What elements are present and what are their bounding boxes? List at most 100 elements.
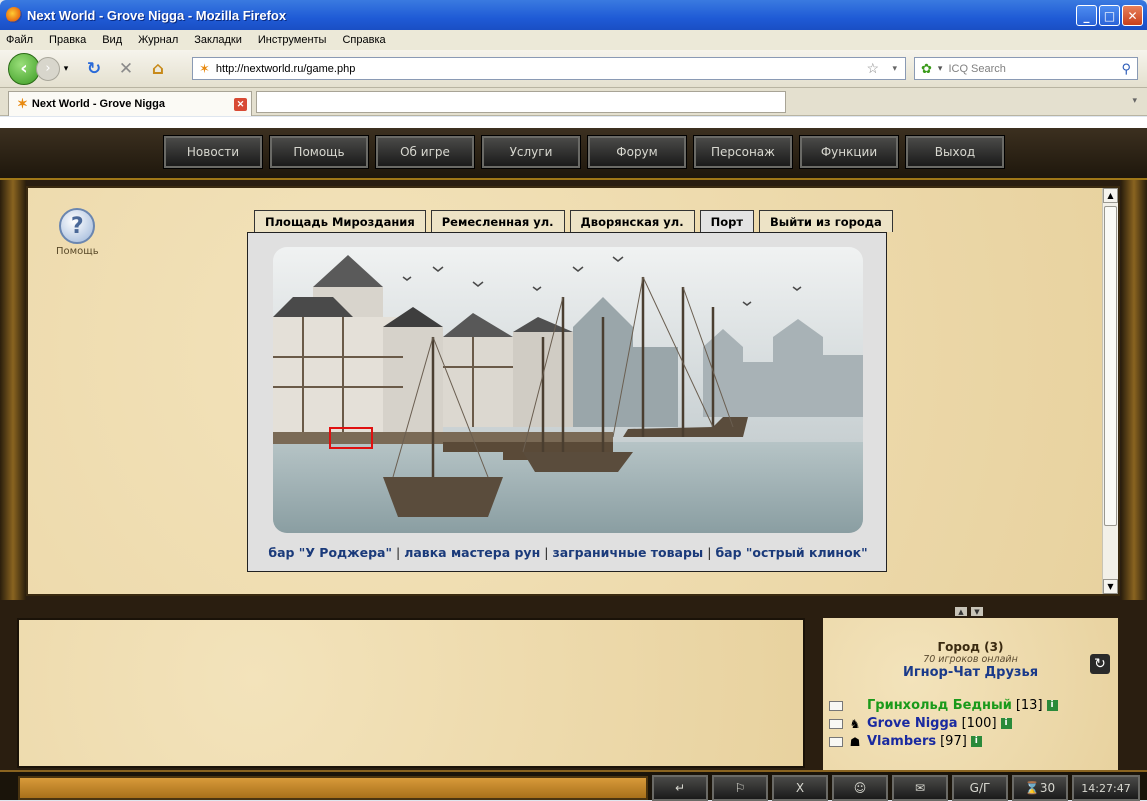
menu-history[interactable]: Журнал [138, 34, 178, 46]
search-field[interactable]: ✿ ▾ ICQ Search ⚲ [914, 57, 1138, 80]
flag-button[interactable]: ⚐ [712, 775, 768, 801]
link-rune-shop[interactable]: лавка мастера рун [404, 545, 540, 560]
scroll-thumb[interactable] [1104, 206, 1117, 526]
url-dropdown-icon[interactable]: ▾ [892, 63, 897, 74]
stop-button[interactable]: ✕ [114, 57, 138, 81]
tab-list-icon[interactable]: ▾ [1132, 96, 1137, 106]
window-title: Next World - Grove Nigga - Mozilla Firef… [27, 7, 287, 23]
link-foreign-goods[interactable]: заграничные товары [552, 545, 703, 560]
home-button[interactable]: ⌂ [146, 57, 170, 81]
close-button[interactable]: ✕ [1122, 5, 1143, 26]
menu-help[interactable]: Справка [342, 34, 385, 46]
user-name[interactable]: Vlambers [867, 734, 936, 749]
site-favicon-icon: ✶ [199, 60, 210, 76]
forward-button[interactable]: › [36, 56, 60, 81]
user-name[interactable]: Grove Nigga [867, 716, 958, 731]
menu-file[interactable]: Файл [6, 34, 33, 46]
info-icon[interactable]: i [1000, 718, 1012, 729]
menu-edit[interactable]: Правка [49, 34, 86, 46]
tab-leave-city[interactable]: Выйти из города [759, 210, 893, 232]
bottom-panel: ▲ ▼ Город (3) 70 игроков онлайн Игнор-Ча… [0, 600, 1147, 801]
nav-forum-button[interactable]: Форум [587, 135, 687, 169]
tab-bar: ✶ Next World - Grove Nigga ✕ ▾ [0, 88, 1147, 116]
user-row[interactable]: Гринхольд Бедный [13] i [829, 698, 1058, 713]
page-gap [0, 117, 1147, 128]
chat-input[interactable] [18, 776, 648, 800]
new-tab-area[interactable] [256, 91, 786, 113]
nav-news-button[interactable]: Новости [163, 135, 263, 169]
tab-favicon-icon: ✶ [17, 96, 28, 111]
help-widget[interactable]: ? Помощь [56, 208, 99, 257]
address-bar[interactable]: ✶ http://nextworld.ru/game.php ☆ ▾ [192, 57, 906, 80]
nav-services-button[interactable]: Услуги [481, 135, 581, 169]
help-question-icon[interactable]: ? [59, 208, 96, 244]
search-placeholder: ICQ Search [948, 62, 1006, 75]
menu-bar: Файл Правка Вид Журнал Закладки Инструме… [0, 30, 1147, 50]
clan-avatar-icon: ♞ [849, 716, 861, 731]
nav-help-button[interactable]: Помощь [269, 135, 369, 169]
send-button[interactable]: ↵ [652, 775, 708, 801]
scroll-down-icon[interactable]: ▼ [1103, 579, 1118, 594]
user-level: [13] [1015, 698, 1043, 713]
menu-view[interactable]: Вид [102, 34, 122, 46]
scroll-up-icon[interactable]: ▲ [1103, 188, 1118, 203]
tab-title: Next World - Grove Nigga [31, 98, 165, 110]
info-icon[interactable]: i [970, 736, 982, 747]
mail-button[interactable]: ✉ [892, 775, 948, 801]
location-panel: бар "У Роджера" | лавка мастера рун | загран… [247, 232, 887, 572]
search-engine-dropdown-icon[interactable]: ▾ [938, 63, 943, 74]
icq-flower-icon: ✿ [921, 60, 932, 76]
envelope-icon[interactable] [829, 736, 843, 747]
browser-tab[interactable]: ✶ Next World - Grove Nigga ✕ [8, 91, 252, 116]
users-panel: Город (3) 70 игроков онлайн Игнор-Чат Др… [823, 618, 1118, 770]
chat-area[interactable] [17, 618, 805, 768]
panel-up-icon[interactable]: ▲ [955, 607, 967, 616]
envelope-icon[interactable] [829, 700, 843, 711]
smiley-button[interactable]: ☺ [832, 775, 888, 801]
link-bar-roger[interactable]: бар "У Роджера" [268, 545, 392, 560]
menu-tools[interactable]: Инструменты [258, 34, 327, 46]
envelope-icon[interactable] [829, 718, 843, 729]
nav-exit-button[interactable]: Выход [905, 135, 1005, 169]
user-row[interactable]: ☗ Vlambers [97] i [829, 734, 982, 749]
scene-hotspot[interactable] [329, 427, 373, 449]
refresh-icon[interactable]: ↻ [1090, 654, 1110, 674]
tab-craft-street[interactable]: Ремесленная ул. [430, 210, 565, 232]
minimize-button[interactable]: _ [1076, 5, 1097, 26]
user-row[interactable]: ♞ Grove Nigga [100] i [829, 716, 1012, 731]
clear-button[interactable]: X [772, 775, 828, 801]
clock-display: 14:27:47 [1072, 775, 1140, 801]
users-filter-links[interactable]: Игнор-Чат Друзья [823, 665, 1118, 680]
link-bar-sharp-blade[interactable]: бар "острый клинок" [715, 545, 867, 560]
address-url: http://nextworld.ru/game.php [215, 62, 356, 75]
user-name[interactable]: Гринхольд Бедный [867, 698, 1012, 713]
menu-bookmarks[interactable]: Закладки [194, 34, 242, 46]
port-illustration [273, 255, 863, 533]
info-icon[interactable]: i [1046, 700, 1058, 711]
game-top-nav: Новости Помощь Об игре Услуги Форум Перс… [0, 128, 1147, 180]
help-label: Помощь [56, 246, 99, 257]
nav-character-button[interactable]: Персонаж [693, 135, 793, 169]
tab-port[interactable]: Порт [699, 210, 755, 232]
search-icon[interactable]: ⚲ [1121, 61, 1131, 77]
bookmark-star-icon[interactable]: ☆ [866, 60, 879, 77]
tab-noble-street[interactable]: Дворянская ул. [569, 210, 695, 232]
users-title: Город (3) [937, 640, 1004, 654]
history-dropdown-icon[interactable]: ▾ [60, 57, 72, 81]
translit-button[interactable]: G/Г [952, 775, 1008, 801]
nav-functions-button[interactable]: Функции [799, 135, 899, 169]
tab-close-icon[interactable]: ✕ [234, 98, 247, 111]
right-frame-border [1121, 180, 1147, 600]
user-level: [97] [940, 734, 967, 749]
panel-down-icon[interactable]: ▼ [971, 607, 983, 616]
maximize-button[interactable]: □ [1099, 5, 1120, 26]
left-frame-border [0, 180, 26, 600]
main-scrollbar[interactable]: ▲ ▼ [1102, 188, 1118, 594]
game-viewport: Новости Помощь Об игре Услуги Форум Перс… [0, 128, 1147, 801]
window-titlebar: Next World - Grove Nigga - Mozilla Firef… [0, 0, 1147, 30]
timer-button[interactable]: ⌛30 [1012, 775, 1068, 801]
reload-button[interactable]: ↻ [82, 57, 106, 81]
tab-creation-square[interactable]: Площадь Мироздания [254, 210, 426, 232]
port-scene-image [273, 247, 863, 533]
nav-about-button[interactable]: Об игре [375, 135, 475, 169]
